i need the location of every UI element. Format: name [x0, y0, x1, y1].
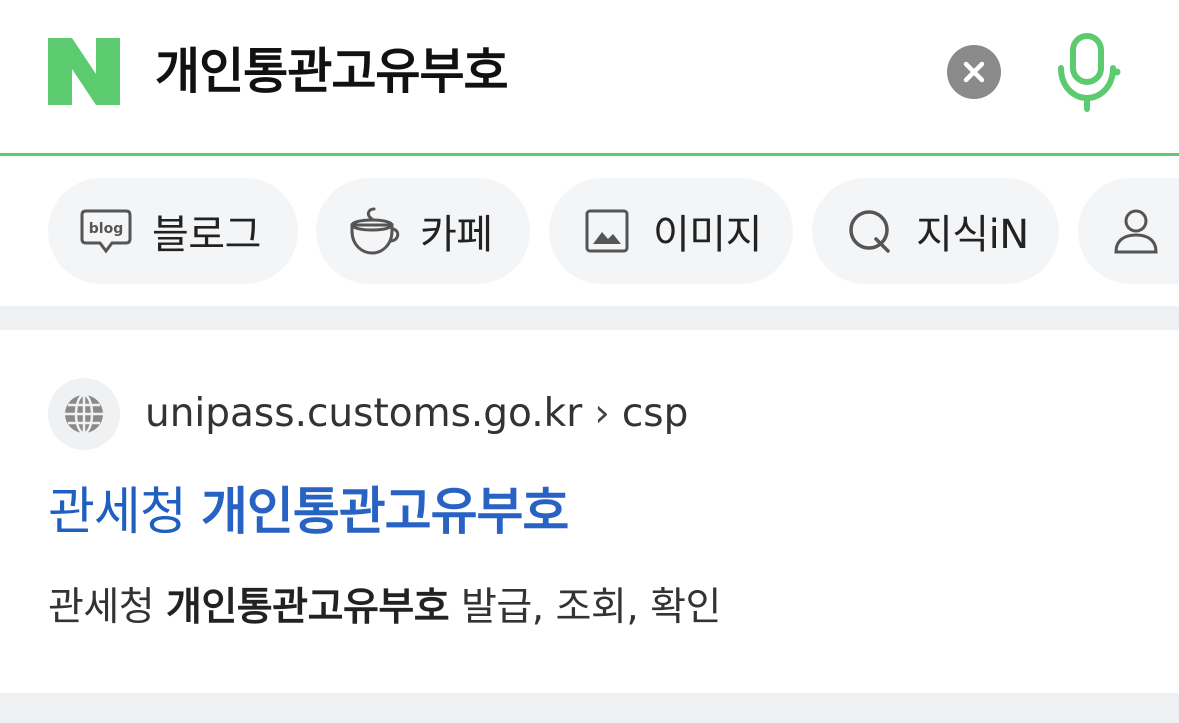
desc-suffix: 발급, 조회, 확인 — [461, 585, 721, 630]
microphone-icon[interactable] — [1055, 32, 1123, 112]
result-description: 관세청 개인통관고유부호 발급, 조회, 확인 — [48, 580, 721, 636]
chip-label: 카페 — [420, 212, 493, 258]
chip-image[interactable]: 이미지 — [549, 178, 793, 284]
search-query-input[interactable]: 개인통관고유부호 — [155, 38, 509, 105]
blog-icon: blog — [80, 205, 132, 257]
section-divider — [0, 306, 1179, 330]
result-path: csp — [621, 391, 689, 436]
result-title-highlight: 개인통관고유부호 — [200, 483, 569, 542]
result-title-prefix: 관세청 — [48, 483, 187, 542]
site-favicon — [48, 378, 120, 450]
cup-icon — [348, 205, 400, 257]
section-divider — [0, 693, 1179, 723]
chip-label: 지식iN — [916, 212, 1029, 258]
chip-person[interactable] — [1078, 178, 1179, 284]
category-chips: blog 블로그 카페 이미지 지식iN — [0, 156, 1179, 306]
globe-icon — [65, 393, 103, 435]
desc-prefix: 관세청 — [48, 585, 155, 630]
result-domain: unipass.customs.go.kr — [145, 391, 583, 436]
result-url[interactable]: unipass.customs.go.kr › csp — [145, 388, 688, 440]
desc-highlight: 개인통관고유부호 — [166, 585, 450, 630]
breadcrumb-separator: › — [594, 391, 610, 436]
chip-blog[interactable]: blog 블로그 — [48, 178, 298, 284]
chip-label: 블로그 — [152, 212, 261, 258]
naver-logo[interactable] — [48, 38, 120, 105]
image-icon — [581, 205, 633, 257]
clear-search-button[interactable] — [947, 45, 1001, 99]
chip-kin[interactable]: 지식iN — [812, 178, 1059, 284]
person-icon — [1110, 205, 1162, 257]
svg-text:blog: blog — [89, 221, 123, 237]
search-bar: 개인통관고유부호 — [0, 0, 1179, 156]
close-icon — [963, 61, 985, 83]
chip-cafe[interactable]: 카페 — [316, 178, 530, 284]
chip-label: 이미지 — [653, 212, 762, 258]
q-icon — [844, 205, 896, 257]
result-title-link[interactable]: 관세청 개인통관고유부호 — [48, 478, 569, 548]
